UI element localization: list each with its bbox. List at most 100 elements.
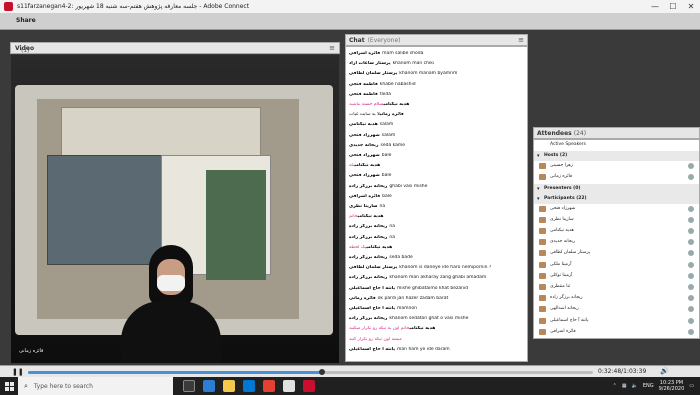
network-icon[interactable]: ▦ <box>622 383 627 389</box>
status-icon <box>688 284 694 290</box>
attendee-row[interactable]: ریحانه جدیدی <box>534 237 699 247</box>
chat-text: لا یه سایت غیاب <box>349 112 380 118</box>
chat-message: پرستار سلمان لطافی khanom manam byamnm <box>349 71 525 76</box>
attendees-list[interactable]: Active Speakers ▾ Hosts (2) زهرا حسینی فائزه… <box>533 139 700 339</box>
attendee-row[interactable]: ریحانه برزگر زاده <box>534 293 699 303</box>
attendee-row[interactable]: سارینا نظری <box>534 215 699 225</box>
menu-icon[interactable]: ≡ <box>329 44 335 52</box>
attendee-row[interactable]: فائزه اشرافی <box>534 327 699 337</box>
chat-sender: شهرزاد فتحی <box>349 132 380 138</box>
presenter-figure <box>121 245 221 363</box>
close-button[interactable]: ✕ <box>682 0 700 14</box>
seek-handle[interactable] <box>318 369 325 375</box>
edge-icon[interactable] <box>203 380 215 392</box>
status-icon <box>688 272 694 279</box>
attendee-row[interactable]: هدیه نیکنامی <box>534 226 699 236</box>
adobe-connect-icon[interactable] <box>303 380 315 392</box>
attendee-row[interactable]: ریحانه اسدالهی <box>534 304 699 314</box>
attendee-row[interactable]: ثنا منتظری <box>534 282 699 292</box>
video-feed[interactable]: فائزه زمانی <box>11 55 339 363</box>
chat-sender: ریحانه برزگر زاده <box>349 255 388 260</box>
status-icon <box>688 250 694 257</box>
speaker-icon[interactable]: 🔈 <box>632 383 638 389</box>
windows-icon <box>4 381 14 391</box>
chat-sender: پانته آ حاج اسماعیلی <box>349 346 396 352</box>
store-icon[interactable] <box>243 380 255 392</box>
avatar <box>539 306 546 313</box>
participants-group[interactable]: ▾ Participants (22) <box>534 193 699 204</box>
task-view-icon[interactable] <box>183 380 195 392</box>
avatar <box>539 261 546 268</box>
attendee-label: آرمیتا ملکی <box>550 261 572 267</box>
chat-sender: ریحانه برزگر زاده <box>349 234 388 240</box>
chat-message: پانته آ حاج اسماعیلی mishe ghibataimo kha… <box>349 286 525 291</box>
chat-text: khabe nabashid <box>379 81 416 87</box>
active-speakers-row[interactable]: Active Speakers <box>534 140 699 150</box>
attendee-row[interactable]: آرمیتا توکلی <box>534 271 699 281</box>
hosts-group[interactable]: ▾ Hosts (2) <box>534 151 699 162</box>
attendee-label: پرستار سلمان لطافی <box>550 250 591 256</box>
chat-message: ریحانه برزگر زاده na <box>349 235 525 240</box>
volume-icon[interactable]: 🔊 <box>660 367 669 375</box>
attendee-row[interactable]: آرمیتا ملکی <box>534 260 699 270</box>
chat-text: khanom man chiki <box>392 61 435 67</box>
start-button[interactable] <box>0 377 18 395</box>
attendee-label: ریحانه برزگر زاده <box>550 295 583 301</box>
playback-time: 0:32:48/1:03:39 <box>598 368 647 375</box>
taskbar-search[interactable]: ⌕ Type here to search <box>18 377 173 395</box>
chat-text: میشه اون تیکه رو تکرار کنید <box>349 336 402 342</box>
app-icon[interactable] <box>283 380 295 392</box>
chrome-icon[interactable] <box>263 380 275 392</box>
chat-message: فائزه اشرافی bale <box>349 194 525 199</box>
chat-sender: ریحانه برزگر زاده <box>349 183 388 189</box>
avatar <box>539 228 546 234</box>
windows-taskbar: ⌕ Type here to search ⌃ ▦ 🔈 ENG 10:23 PM… <box>0 377 700 395</box>
chat-text: man ham ye ide daram <box>397 346 450 352</box>
attendee-row[interactable]: شهرزاد فتحی <box>534 204 699 214</box>
chat-text: khanom is daneye ide haro nemipornin ? <box>399 265 492 271</box>
avatar <box>539 174 546 181</box>
minimize-button[interactable]: — <box>646 0 664 14</box>
attendee-row[interactable]: پانته آ حاج اسماعیلی <box>534 338 699 339</box>
chat-sender: ریحانه برزگر زاده <box>349 224 388 230</box>
search-icon: ⌕ <box>24 381 28 390</box>
title-bar: s11farzanegan4-2: جلسه معارفه پژوهش هفتم… <box>0 0 700 14</box>
chat-sender: پرستار سلمان لطافی <box>349 71 398 77</box>
chat-message: پانته آ حاج اسماعیلی man ham ye ide daram <box>349 347 525 352</box>
chat-message: ریحانه برزگر زاده ghabi vasi mishe <box>349 184 525 189</box>
chat-sender: ریحانه جدیدی <box>349 142 379 148</box>
chat-text: یک لحظه <box>349 244 367 250</box>
pause-icon[interactable]: ❚❚ <box>12 368 24 376</box>
attendee-row[interactable]: پانته آ حاج اسماعیلی <box>534 316 699 326</box>
seek-track[interactable] <box>28 369 593 375</box>
chat-message: شهرزاد فتحی bale <box>349 173 525 178</box>
attendee-row[interactable]: پرستار سلمان لطافی <box>534 248 699 258</box>
notifications-icon[interactable]: ▭ <box>689 383 694 389</box>
chat-message: فائزه زمانیلا یه سایت غیاب <box>349 112 525 117</box>
chat-sender: فائزه زمانی <box>379 112 404 118</box>
chat-sender: فاطمه فتحی <box>349 91 378 97</box>
video-label: Video (1) <box>15 45 35 54</box>
menu-icon[interactable]: ≡ <box>518 36 524 44</box>
presenters-group[interactable]: ▾ Presenters (0) <box>534 183 699 194</box>
chat-sender: پانته آ حاج اسماعیلی <box>349 285 396 291</box>
attendee-label: ثنا منتظری <box>550 284 571 289</box>
attendee-row[interactable]: زهرا حسینی <box>534 161 699 171</box>
attendee-label: ریحانه اسدالهی <box>550 306 579 312</box>
chat-message: ریحانه برزگر زاده khanom man akharay zang… <box>349 275 525 280</box>
attendee-row[interactable]: فائزه زمانی <box>534 172 699 182</box>
avatar <box>539 216 546 223</box>
language-indicator[interactable]: ENG <box>643 383 654 389</box>
file-explorer-icon[interactable] <box>223 380 235 392</box>
chat-messages[interactable]: فائزه اشرافی mam salibe shoda پرستار ساعات… <box>345 46 528 362</box>
maximize-button[interactable]: ☐ <box>664 0 682 14</box>
chevron-up-icon[interactable]: ⌃ <box>613 383 617 389</box>
attendee-label: شهرزاد فتحی <box>550 205 576 211</box>
chat-message: پرستار سلمان لطافی khanom is daneye ide h… <box>349 265 525 270</box>
chat-sender: فائزه زمانی <box>349 295 376 301</box>
chat-text: bale <box>382 193 392 199</box>
attendee-label: فائزه زمانی <box>550 174 573 180</box>
chat-text: سلام خسته نباشید <box>349 102 384 107</box>
chat-message: هدیه نیکنامیبله <box>349 163 525 168</box>
clock[interactable]: 10:23 PM 9/26/2020 <box>659 380 685 392</box>
